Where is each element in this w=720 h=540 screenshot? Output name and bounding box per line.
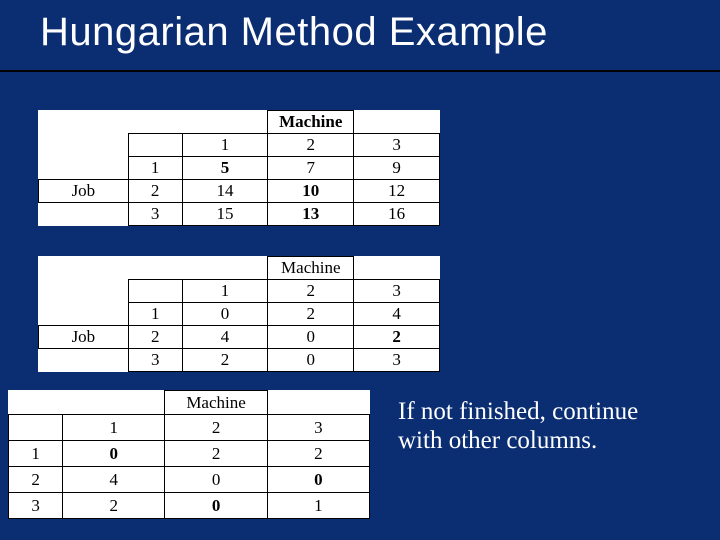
cell: 0	[165, 467, 267, 493]
col-label: 1	[182, 134, 268, 157]
cell: 15	[182, 203, 268, 226]
machine-header: Machine	[165, 391, 267, 415]
blank-cell	[39, 111, 129, 134]
col-label: 2	[165, 415, 267, 441]
blank-cell	[63, 391, 165, 415]
cell: 2	[165, 441, 267, 467]
row-label: 2	[128, 180, 182, 203]
cell: 2	[63, 493, 165, 519]
col-label: 3	[267, 415, 369, 441]
row-label: 3	[128, 349, 182, 372]
col-label: 2	[268, 280, 354, 303]
col-label: 1	[63, 415, 165, 441]
cell: 10	[268, 180, 354, 203]
cell: 2	[268, 303, 354, 326]
blank-cell	[39, 157, 129, 180]
cell: 4	[354, 303, 440, 326]
blank-cell	[9, 391, 63, 415]
machine-header: Machine	[268, 257, 354, 280]
row-label: 2	[128, 326, 182, 349]
blank-cell	[128, 257, 182, 280]
row-label: 1	[128, 157, 182, 180]
cell: 7	[268, 157, 354, 180]
cost-table-colreduced: Machine 1 2 3 1 0 2 2 2 4 0 0 3 2 0 1	[8, 390, 370, 519]
cell: 16	[354, 203, 440, 226]
blank-cell	[39, 134, 129, 157]
cell: 4	[182, 326, 268, 349]
cell: 0	[268, 349, 354, 372]
blank-cell	[128, 111, 182, 134]
col-label: 3	[354, 134, 440, 157]
cell: 2	[354, 326, 440, 349]
row-label: 2	[9, 467, 63, 493]
row-label: 3	[9, 493, 63, 519]
note-text: If not finished, continue with other col…	[398, 398, 688, 456]
cell: 0	[267, 467, 369, 493]
slide: Hungarian Method Example Machine 1 2 3 1…	[0, 0, 720, 540]
cost-table-rowreduced: Machine 1 2 3 1 0 2 4 Job 2 4 0 2 3 2	[38, 256, 440, 372]
cell: 12	[354, 180, 440, 203]
cell: 0	[182, 303, 268, 326]
cell: 5	[182, 157, 268, 180]
blank-cell	[128, 134, 182, 157]
title-divider	[0, 70, 720, 72]
col-label: 3	[354, 280, 440, 303]
blank-cell	[182, 111, 268, 134]
blank-cell	[39, 280, 129, 303]
cell: 9	[354, 157, 440, 180]
cell: 2	[267, 441, 369, 467]
blank-cell	[39, 303, 129, 326]
row-label: 3	[128, 203, 182, 226]
blank-cell	[9, 415, 63, 441]
page-title: Hungarian Method Example	[0, 6, 720, 65]
cell: 4	[63, 467, 165, 493]
cell: 1	[267, 493, 369, 519]
cell: 0	[63, 441, 165, 467]
cell: 0	[268, 326, 354, 349]
blank-cell	[39, 257, 129, 280]
job-header: Job	[39, 180, 129, 203]
blank-cell	[354, 257, 440, 280]
cell: 14	[182, 180, 268, 203]
row-label: 1	[128, 303, 182, 326]
cost-table-original: Machine 1 2 3 1 5 7 9 Job 2 14 10 12 3 1…	[38, 110, 440, 226]
cell: 3	[354, 349, 440, 372]
cell: 2	[182, 349, 268, 372]
blank-cell	[39, 349, 129, 372]
blank-cell	[354, 111, 440, 134]
blank-cell	[267, 391, 369, 415]
col-label: 1	[182, 280, 268, 303]
cell: 0	[165, 493, 267, 519]
blank-cell	[128, 280, 182, 303]
machine-header: Machine	[268, 111, 354, 134]
cell: 13	[268, 203, 354, 226]
job-header: Job	[39, 326, 129, 349]
row-label: 1	[9, 441, 63, 467]
blank-cell	[182, 257, 268, 280]
blank-cell	[39, 203, 129, 226]
col-label: 2	[268, 134, 354, 157]
